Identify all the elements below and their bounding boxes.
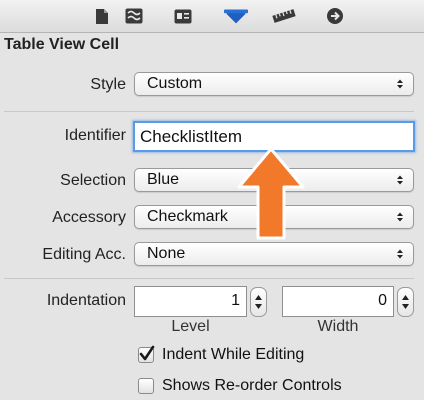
quick-help-icon[interactable] bbox=[122, 5, 146, 27]
section-title: Table View Cell bbox=[4, 36, 120, 53]
file-inspector-icon[interactable] bbox=[90, 5, 114, 27]
inspector-toolbar bbox=[0, 0, 424, 33]
popup-arrows-icon bbox=[396, 206, 404, 228]
editing-accessory-label: Editing Acc. bbox=[42, 246, 126, 263]
editing-accessory-value: None bbox=[147, 245, 186, 262]
indentation-width-stepper[interactable] bbox=[397, 287, 414, 317]
separator bbox=[4, 278, 414, 279]
indentation-level-field[interactable]: 1 bbox=[134, 286, 247, 317]
indentation-level-stepper[interactable] bbox=[250, 287, 267, 317]
stepper-arrows-icon bbox=[402, 295, 409, 309]
style-popup[interactable]: Custom bbox=[134, 72, 414, 96]
separator bbox=[4, 111, 414, 112]
indentation-width-field[interactable]: 0 bbox=[282, 286, 394, 317]
indent-while-editing-checkbox[interactable] bbox=[138, 345, 155, 363]
checkmark-icon bbox=[139, 345, 155, 361]
width-caption: Width bbox=[317, 318, 359, 335]
selection-value: Blue bbox=[147, 171, 180, 188]
shows-reorder-controls-checkbox[interactable] bbox=[138, 378, 154, 394]
popup-arrows-icon bbox=[396, 169, 404, 191]
indentation-label: Indentation bbox=[46, 292, 126, 309]
accessory-value: Checkmark bbox=[147, 208, 228, 225]
indentation-level-value: 1 bbox=[231, 292, 240, 309]
style-label: Style bbox=[90, 76, 126, 93]
editing-accessory-popup[interactable]: None bbox=[134, 242, 414, 266]
indent-while-editing-label: Indent While Editing bbox=[162, 346, 305, 363]
stepper-arrows-icon bbox=[255, 295, 262, 309]
size-inspector-icon[interactable] bbox=[272, 5, 296, 27]
callout-arrow-icon bbox=[237, 147, 305, 240]
accessory-label: Accessory bbox=[52, 209, 126, 226]
popup-arrows-icon bbox=[396, 243, 404, 265]
popup-arrows-icon bbox=[396, 73, 404, 95]
connections-inspector-icon[interactable] bbox=[323, 5, 347, 27]
style-value: Custom bbox=[147, 75, 203, 92]
shows-reorder-controls-label: Shows Re-order Controls bbox=[162, 377, 342, 394]
identity-inspector-icon[interactable] bbox=[171, 5, 195, 27]
selection-label: Selection bbox=[60, 172, 126, 189]
level-caption: Level bbox=[171, 318, 210, 335]
identifier-label: Identifier bbox=[64, 127, 126, 144]
identifier-value: ChecklistItem bbox=[140, 127, 243, 146]
attributes-inspector-icon[interactable] bbox=[224, 5, 248, 27]
indentation-width-value: 0 bbox=[378, 292, 387, 309]
